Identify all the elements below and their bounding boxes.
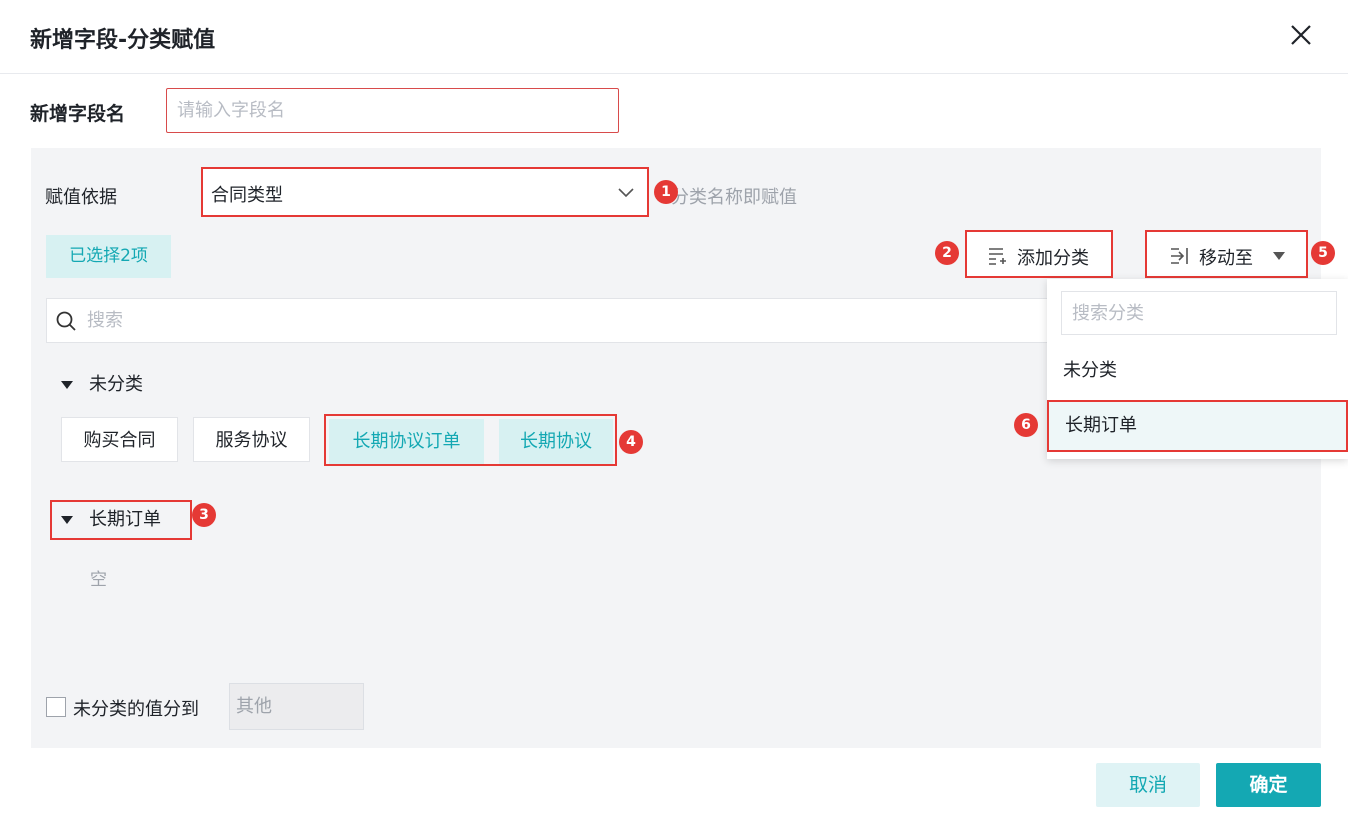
basis-select[interactable]: 合同类型 <box>201 167 649 217</box>
empty-group-text: 空 <box>90 570 107 590</box>
dropdown-option[interactable]: 未分类 <box>1047 345 1348 397</box>
annotation-badge-1: 1 <box>654 180 678 204</box>
field-name-label: 新增字段名 <box>30 103 126 125</box>
selected-count-pill: 已选择2项 <box>46 235 171 278</box>
confirm-button[interactable]: 确定 <box>1216 763 1321 807</box>
annotation-badge-5: 5 <box>1311 241 1335 265</box>
value-tag-selected[interactable]: 长期协议 <box>499 419 613 464</box>
group-header-long-term-order[interactable]: 长期订单 <box>50 500 192 540</box>
annotation-badge-3: 3 <box>192 503 216 527</box>
caret-down-icon <box>1273 252 1285 260</box>
annotation-badge-6: 6 <box>1014 413 1038 437</box>
group-header-unclassified[interactable]: 未分类 <box>61 370 143 396</box>
category-search-input[interactable] <box>1061 291 1337 335</box>
cancel-button[interactable]: 取消 <box>1096 763 1200 807</box>
move-to-dropdown: 未分类 长期订单 <box>1047 279 1348 459</box>
add-category-button[interactable]: 添加分类 <box>965 230 1113 278</box>
move-to-label: 移动至 <box>1199 248 1253 269</box>
header-divider <box>0 73 1348 74</box>
unclassified-value-field[interactable]: 其他 <box>229 683 364 730</box>
unclassified-label: 未分类的值分到 <box>73 699 199 720</box>
value-tag[interactable]: 服务协议 <box>193 417 310 462</box>
caret-down-icon <box>61 381 73 389</box>
group-title: 长期订单 <box>89 509 161 530</box>
value-tag-selected[interactable]: 长期协议订单 <box>329 419 484 464</box>
chevron-down-icon <box>618 188 634 198</box>
basis-hint: 分类名称即赋值 <box>671 187 797 208</box>
add-list-icon <box>989 248 1006 265</box>
unclassified-checkbox[interactable] <box>46 697 66 717</box>
annotation-badge-2: 2 <box>935 241 959 265</box>
search-icon <box>56 311 76 331</box>
field-name-input[interactable] <box>166 88 619 133</box>
group-title: 未分类 <box>89 374 143 395</box>
add-category-label: 添加分类 <box>1017 248 1089 269</box>
value-tag[interactable]: 购买合同 <box>61 417 178 462</box>
caret-down-icon <box>61 516 73 524</box>
annotation-badge-4: 4 <box>619 430 643 454</box>
search-box <box>46 298 1056 343</box>
basis-select-value: 合同类型 <box>211 185 283 206</box>
search-input[interactable] <box>87 299 1047 342</box>
basis-label: 赋值依据 <box>45 187 117 208</box>
move-to-button[interactable]: 移动至 <box>1145 230 1308 278</box>
move-into-icon <box>1171 248 1188 264</box>
dropdown-option-selected[interactable]: 长期订单 <box>1047 400 1348 452</box>
dialog-title: 新增字段-分类赋值 <box>30 28 216 53</box>
dialog: 新增字段-分类赋值 新增字段名 赋值依据 合同类型 分类名称即赋值 1 已选择2… <box>0 0 1348 824</box>
close-icon[interactable] <box>1288 22 1314 48</box>
